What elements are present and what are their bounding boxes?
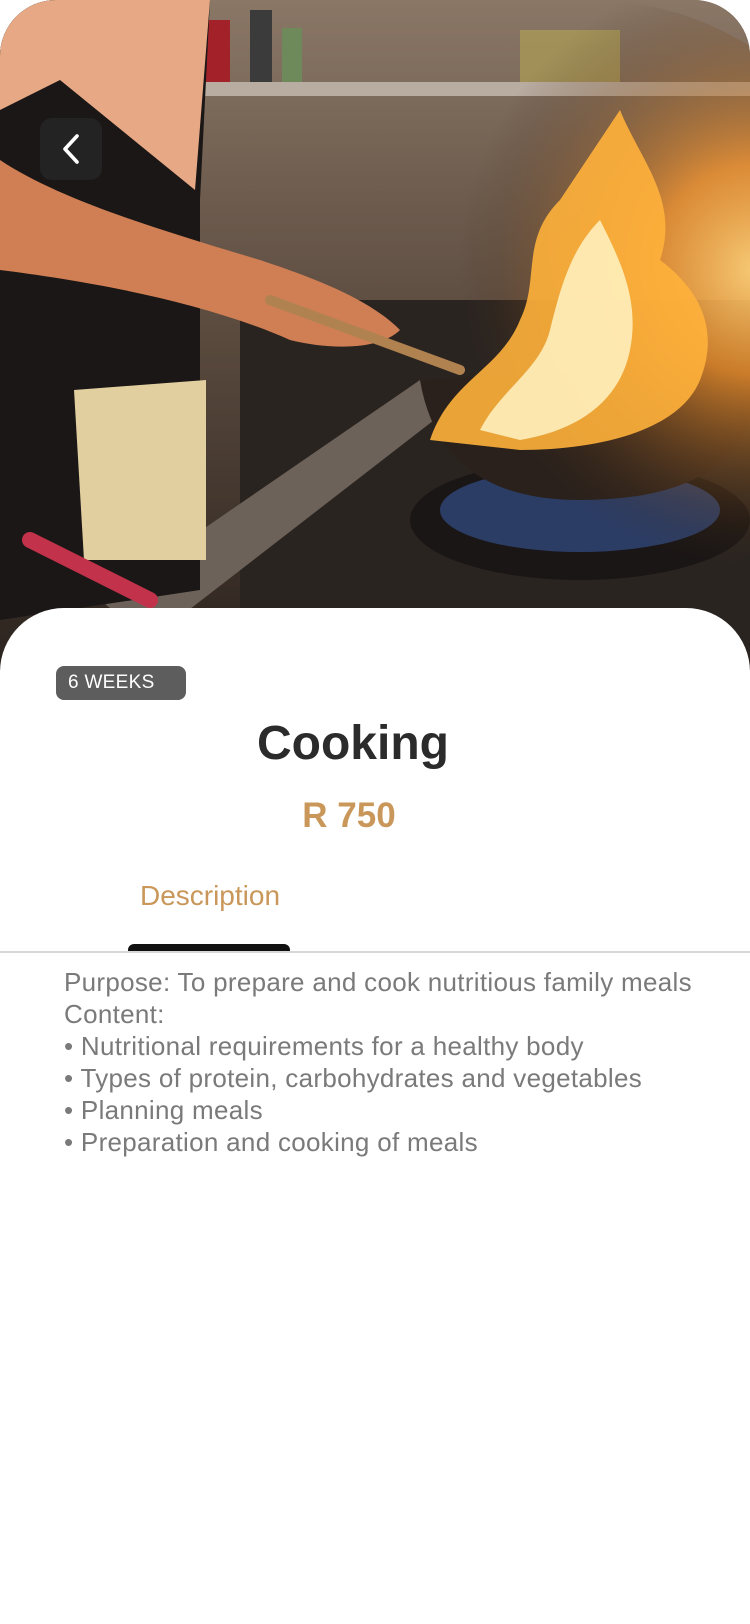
list-item: • Preparation and cooking of meals	[64, 1127, 478, 1157]
tab-divider	[0, 951, 750, 953]
course-detail-screen: 6 WEEKS Cooking R 750 Description Purpos…	[0, 0, 750, 1624]
chevron-left-icon	[63, 134, 79, 164]
list-item: • Planning meals	[64, 1095, 263, 1125]
course-title: Cooking	[257, 717, 449, 770]
description-text: Purpose: To prepare and cook nutritious …	[64, 966, 704, 1158]
course-detail-sheet: 6 WEEKS Cooking R 750 Description Purpos…	[0, 608, 750, 1624]
list-item: • Nutritional requirements for a healthy…	[64, 1031, 584, 1061]
duration-badge: 6 WEEKS	[56, 666, 186, 700]
hero-image	[0, 0, 750, 670]
tab-description[interactable]: Description	[128, 880, 292, 928]
list-item: • Types of protein, carbohydrates and ve…	[64, 1063, 643, 1093]
course-price: R 750	[302, 796, 396, 835]
hero-illustration	[0, 0, 750, 670]
back-button[interactable]	[40, 118, 102, 180]
description-purpose: Purpose: To prepare and cook nutritious …	[64, 967, 692, 997]
description-content-heading: Content:	[64, 999, 165, 1029]
